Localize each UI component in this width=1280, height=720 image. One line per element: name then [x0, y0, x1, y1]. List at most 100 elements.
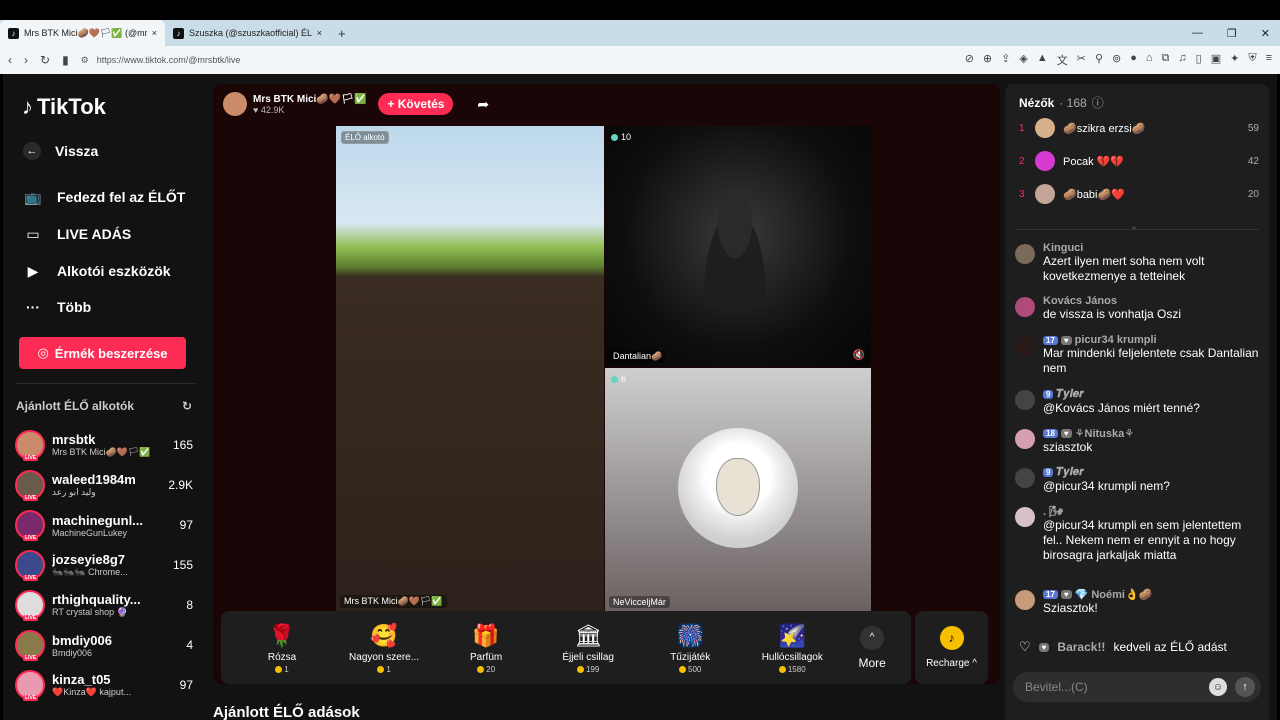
avatar[interactable]: [1015, 429, 1035, 449]
no-translate-icon[interactable]: ⊘: [965, 52, 974, 68]
forward-arrow-icon[interactable]: ›: [24, 53, 28, 67]
chat-user-line[interactable]: 9 𝑻𝒚𝒍𝒆𝒓: [1043, 388, 1259, 401]
gift-item-rose[interactable]: 🌹 Rózsa 1: [231, 622, 333, 674]
viewer-name: Pocak 💔💔: [1063, 155, 1125, 168]
gift-item-perfume[interactable]: 🎁 Parfüm 20: [435, 622, 537, 674]
expand-viewers-icon[interactable]: ⌄: [1130, 221, 1138, 232]
avatar[interactable]: [1015, 390, 1035, 410]
chat-message: 17 ♥ 💎 Noémi👌🥔 Sziasztok!: [1015, 588, 1259, 616]
wallet-icon[interactable]: ▣: [1211, 52, 1221, 68]
gift-bar: 🌹 Rózsa 1 🥰 Nagyon szere... 1 🎁 Parfüm 2…: [221, 611, 911, 684]
sidebar-icon[interactable]: ▯: [1196, 52, 1202, 68]
night-star-icon: 🏛: [574, 622, 603, 648]
sidebar: ♪ TikTok ← Vissza 📺 Fedezd fel az ÉLŐT ▭…: [3, 74, 209, 720]
zoom-icon[interactable]: ⊕: [983, 52, 992, 68]
media-icon[interactable]: ♫: [1178, 52, 1186, 68]
like-username[interactable]: Barack!!: [1057, 640, 1105, 654]
more-gifts-button[interactable]: ^ More: [843, 625, 901, 670]
extension-icon[interactable]: ⌂: [1146, 52, 1153, 68]
host-name[interactable]: Mrs BTK Mici🥔🤎🏳✅: [253, 94, 366, 105]
chat-user-line[interactable]: 17 ♥ 💎 Noémi👌🥔: [1043, 588, 1259, 601]
send-icon[interactable]: ↑: [1235, 677, 1255, 697]
top-viewer-row[interactable]: 2 Pocak 💔💔 42: [1019, 149, 1259, 173]
avatar[interactable]: [1015, 336, 1035, 356]
chat-input[interactable]: [1025, 680, 1201, 694]
extension-icon[interactable]: ✂: [1077, 52, 1086, 68]
chat-username[interactable]: Kovács János: [1043, 295, 1259, 307]
gift-item-night-star[interactable]: 🏛 Éjjeli csillag 199: [537, 622, 639, 674]
share-icon[interactable]: ➦: [477, 96, 489, 113]
tab-szuszka[interactable]: ♪ Szuszka (@szuszkaofficial) ÉLŐ adás ×: [165, 20, 330, 46]
gift-price-value: 1: [284, 664, 289, 674]
rewards-icon[interactable]: ▲: [1037, 52, 1048, 68]
recharge-button[interactable]: ♪ Recharge ^: [915, 611, 988, 684]
gift-item-love[interactable]: 🥰 Nagyon szere... 1: [333, 622, 435, 674]
avatar[interactable]: [1015, 244, 1035, 264]
site-settings-icon[interactable]: ⚙: [81, 55, 89, 66]
host-avatar[interactable]: [223, 92, 247, 116]
chat-user-line[interactable]: 18 ♥ ⚘Nituska⚘: [1043, 427, 1259, 440]
refresh-icon[interactable]: ↻: [182, 399, 192, 413]
reload-icon[interactable]: ↻: [40, 53, 50, 67]
extension-icon[interactable]: ●: [1130, 52, 1137, 68]
top-viewer-row[interactable]: 1 🥔szikra erzsi🥔 59: [1019, 116, 1259, 140]
recommended-creator-item[interactable]: LIVE rthighquality... RT crystal shop 🔮 8: [15, 587, 193, 623]
follow-button[interactable]: + Követés: [378, 93, 454, 115]
extension-icon[interactable]: ⊚: [1112, 52, 1121, 68]
tab-mrsbtk[interactable]: ♪ Mrs BTK Mici🥔🤎🏳✅ (@mrsbtk) ×: [0, 20, 165, 46]
url-field[interactable]: ⚙ https://www.tiktok.com/@mrsbtk/live: [81, 50, 953, 70]
back-button[interactable]: ← Vissza: [23, 142, 98, 160]
extension-icon[interactable]: ⚲: [1095, 52, 1103, 68]
new-tab-button[interactable]: +: [330, 26, 354, 41]
top-viewer-row[interactable]: 3 🥔babi🥔❤️ 20: [1019, 182, 1259, 206]
guest-video-dantalian[interactable]: 10 Dantalian🥔 🔇: [605, 126, 871, 367]
translate-icon[interactable]: 文: [1057, 52, 1068, 68]
emoji-icon[interactable]: ☺: [1209, 678, 1227, 696]
host-video[interactable]: ÉLŐ alkotó Mrs BTK Mici🥔🤎🏳✅: [336, 126, 604, 612]
gift-item-fireworks[interactable]: 🎆 Tűzijáték 500: [639, 622, 741, 674]
chat-username: ⚘Nituska⚘: [1074, 428, 1135, 440]
tiktok-logo[interactable]: ♪ TikTok: [22, 94, 106, 120]
recommended-creator-item[interactable]: LIVE machinegunl... MachineGunLukey 97: [15, 507, 193, 543]
sidebar-item-explore-live[interactable]: 📺 Fedezd fel az ÉLŐT: [23, 187, 185, 207]
bookmark-icon[interactable]: ▮: [62, 53, 69, 67]
avatar[interactable]: [1015, 507, 1035, 527]
close-tab-icon[interactable]: ×: [152, 28, 157, 38]
menu-icon[interactable]: ≡: [1266, 52, 1272, 68]
chat-message: 9 𝑻𝒚𝒍𝒆𝒓 @picur34 krumpli nem?: [1015, 466, 1259, 494]
sidebar-item-go-live[interactable]: ▭ LIVE ADÁS: [23, 224, 131, 244]
chat-user-line[interactable]: 9 𝑻𝒚𝒍𝒆𝒓: [1043, 466, 1259, 479]
minimize-icon[interactable]: —: [1192, 27, 1203, 39]
chat-user-line[interactable]: 17 ♥ picur34 krumpli: [1043, 334, 1259, 346]
vpn-icon[interactable]: ⛨: [1248, 52, 1256, 68]
leo-icon[interactable]: ✦: [1230, 52, 1239, 68]
chat-username[interactable]: Kinguci: [1043, 242, 1259, 254]
brave-shield-icon[interactable]: ◈: [1019, 52, 1027, 68]
viewers-header[interactable]: Nézők · 168 ⓘ: [1019, 94, 1104, 111]
chat-username[interactable]: . 🌬: [1043, 505, 1259, 518]
restore-icon[interactable]: ❐: [1227, 27, 1237, 40]
info-icon[interactable]: ⓘ: [1092, 94, 1104, 111]
close-tab-icon[interactable]: ×: [317, 28, 322, 38]
recommended-creator-item[interactable]: LIVE waleed1984m وليد ابو رعد 2.9K: [15, 467, 193, 503]
guest-video-nevicceljmar[interactable]: 6 NeVicceljMár: [605, 368, 871, 612]
recommended-creator-item[interactable]: LIVE bmdiy006 Bmdiy006 4: [15, 627, 193, 663]
live-badge: LIVE: [23, 695, 39, 701]
puzzle-icon[interactable]: ⧉: [1162, 52, 1170, 68]
share-page-icon[interactable]: ⇪: [1001, 52, 1010, 68]
gift-item-shooting-stars[interactable]: 🌠 Hullócsillagok 1580: [741, 622, 843, 674]
close-window-icon[interactable]: ✕: [1261, 27, 1270, 40]
avatar[interactable]: [1015, 297, 1035, 317]
recommended-creator-item[interactable]: LIVE mrsbtk Mrs BTK Mici🥔🤎🏳✅ 165: [15, 427, 193, 463]
sidebar-item-more[interactable]: ··· Több: [23, 297, 91, 317]
sidebar-item-creator-tools[interactable]: ▶ Alkotói eszközök: [23, 261, 171, 281]
chat-text: sziasztok: [1043, 440, 1093, 454]
avatar[interactable]: [1015, 468, 1035, 488]
get-coins-button[interactable]: ◎ Érmék beszerzése: [19, 337, 186, 369]
recommended-creator-item[interactable]: LIVE jozseyie8g7 🐜🐜🐜 Chrome... 155: [15, 547, 193, 583]
recommended-creator-item[interactable]: LIVE kinza_t05 ❤️Kinza❤️ kajput... 97: [15, 667, 193, 703]
camera-icon: ▭: [26, 225, 40, 242]
avatar[interactable]: [1015, 590, 1035, 610]
like-event: ♡ ♥ Barack!! kedveli az ÉLŐ adást: [1019, 639, 1227, 655]
back-arrow-icon[interactable]: ‹: [8, 53, 12, 67]
